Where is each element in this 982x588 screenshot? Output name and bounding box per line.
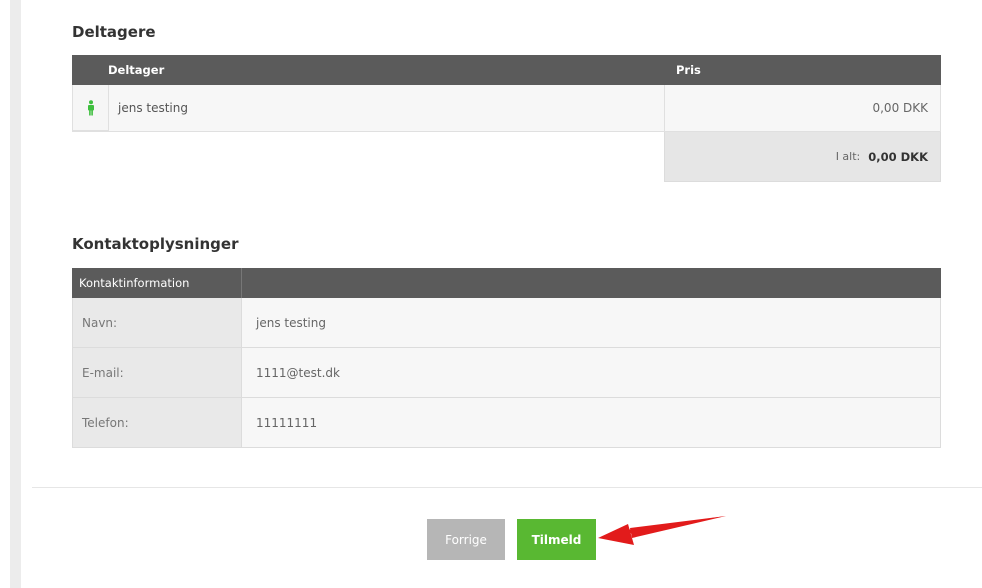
person-icon [87, 99, 94, 115]
left-sidebar-strip [10, 0, 21, 588]
contact-value-name: jens testing [242, 298, 941, 347]
contact-table-header: Kontaktinformation [72, 268, 941, 298]
divider [32, 487, 982, 488]
participants-title: Deltagere [72, 23, 156, 41]
contact-header-label: Kontaktinformation [72, 268, 242, 298]
participant-price: 0,00 DKK [665, 85, 941, 131]
total-label: I alt: [835, 150, 861, 163]
table-row: jens testing 0,00 DKK [72, 85, 941, 132]
table-row: Navn: jens testing [72, 298, 941, 348]
table-row: E-mail: 1111@test.dk [72, 348, 941, 398]
participants-table-header: Deltager Pris [72, 55, 941, 85]
submit-button[interactable]: Tilmeld [517, 519, 596, 560]
column-participant: Deltager [108, 63, 165, 77]
total-cell: I alt: 0,00 DKK [664, 132, 941, 182]
contact-table: Kontaktinformation Navn: jens testing E-… [72, 268, 941, 448]
contact-title: Kontaktoplysninger [72, 235, 239, 253]
participants-table: Deltager Pris jens testing 0,00 DKK I al… [72, 55, 941, 182]
previous-button[interactable]: Forrige [427, 519, 505, 560]
contact-value-phone: 11111111 [242, 398, 941, 447]
participant-name: jens testing [109, 85, 665, 131]
contact-label-phone: Telefon: [72, 398, 242, 447]
contact-value-email: 1111@test.dk [242, 348, 941, 397]
contact-label-name: Navn: [72, 298, 242, 347]
table-row: Telefon: 11111111 [72, 398, 941, 448]
total-value: 0,00 DKK [868, 149, 928, 164]
contact-label-email: E-mail: [72, 348, 242, 397]
column-price: Pris [676, 63, 701, 77]
